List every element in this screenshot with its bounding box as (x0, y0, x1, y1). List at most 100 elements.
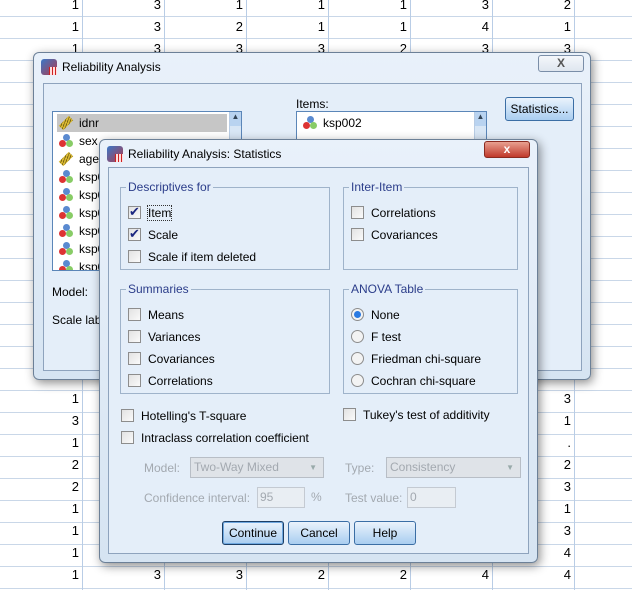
checkbox-scale-if-item-deleted[interactable]: Scale if item deleted (128, 249, 256, 265)
nominal-variable-icon (59, 134, 73, 148)
checkbox[interactable] (128, 250, 141, 263)
anova-table-group: ANOVA Table None F test Friedman chi-square… (343, 282, 518, 394)
intraclass-checkbox[interactable]: Intraclass correlation coefficient (121, 430, 309, 446)
grid-cell[interactable]: 1 (329, 0, 407, 13)
checkbox-label: Covariances (371, 228, 438, 242)
grid-cell[interactable]: 1 (1, 523, 79, 539)
checkbox[interactable] (128, 374, 141, 387)
nominal-variable-icon (59, 188, 73, 202)
grid-cell[interactable]: 3 (165, 567, 243, 583)
scale-label-label: Scale lab (52, 313, 102, 327)
checkbox[interactable] (121, 409, 134, 422)
radio-friedman-chi-square[interactable]: Friedman chi-square (351, 351, 481, 367)
grid-cell[interactable]: 1 (247, 19, 325, 35)
grid-cell[interactable]: 1 (493, 19, 571, 35)
checkbox[interactable] (128, 330, 141, 343)
grid-cell[interactable]: 1 (247, 0, 325, 13)
checkbox[interactable] (351, 228, 364, 241)
grid-cell[interactable]: 3 (83, 567, 161, 583)
checkbox[interactable] (128, 204, 141, 220)
grid-cell[interactable]: 1 (329, 19, 407, 35)
radio-label: F test (371, 330, 402, 344)
grid-cell[interactable]: 4 (493, 567, 571, 583)
group-title: Inter-Item (349, 180, 405, 194)
cancel-button[interactable]: Cancel (288, 521, 350, 545)
checkbox-correlations[interactable]: Correlations (128, 373, 213, 389)
radio-button[interactable] (351, 352, 364, 365)
checkbox-means[interactable]: Means (128, 307, 184, 323)
variable-name: age (79, 152, 100, 166)
checkbox[interactable] (128, 352, 141, 365)
grid-cell[interactable]: 2 (247, 567, 325, 583)
checkbox-label: Item (146, 205, 173, 221)
close-button[interactable]: x (484, 141, 530, 158)
icc-type-dropdown[interactable]: Consistency (386, 457, 521, 478)
icc-model-label: Model: (144, 461, 181, 475)
grid-cell[interactable]: 1 (1, 391, 79, 407)
icc-model-dropdown[interactable]: Two-Way Mixed (190, 457, 324, 478)
grid-cell[interactable]: 1 (165, 0, 243, 13)
radio-button[interactable] (351, 308, 364, 321)
grid-cell[interactable]: 1 (1, 0, 79, 13)
variable-list-item[interactable]: idnr (57, 114, 227, 132)
grid-cell[interactable]: 4 (411, 567, 489, 583)
grid-cell[interactable]: 2 (1, 479, 79, 495)
checkbox-correlations[interactable]: Correlations (351, 205, 436, 221)
grid-cell[interactable]: 2 (329, 567, 407, 583)
radio-button[interactable] (351, 374, 364, 387)
dialog-body: Descriptives for Item Scale Scale if item d… (108, 167, 529, 554)
statistics-dialog: Reliability Analysis: Statistics x Descr… (99, 139, 538, 563)
checkbox-item[interactable]: Item (128, 204, 173, 221)
tukey-checkbox[interactable]: Tukey's test of additivity (343, 407, 490, 423)
help-button[interactable]: Help (354, 521, 416, 545)
checkbox-label: Correlations (148, 374, 213, 388)
grid-cell[interactable]: 2 (493, 0, 571, 13)
descriptives-group: Descriptives for Item Scale Scale if item d… (120, 180, 330, 270)
close-button[interactable]: X (538, 55, 584, 72)
radio-cochran-chi-square[interactable]: Cochran chi-square (351, 373, 476, 389)
grid-cell[interactable]: 1 (1, 435, 79, 451)
checkbox-covariances[interactable]: Covariances (128, 351, 215, 367)
grid-row-line (0, 38, 632, 39)
checkbox[interactable] (128, 308, 141, 321)
checkbox-scale[interactable]: Scale (128, 226, 179, 243)
nominal-variable-icon (59, 242, 73, 256)
grid-cell[interactable]: 1 (1, 567, 79, 583)
checkbox-label: Scale (148, 228, 179, 242)
checkbox-label: Scale if item deleted (148, 250, 257, 264)
grid-cell[interactable]: 3 (83, 0, 161, 13)
test-value-input[interactable]: 0 (407, 487, 456, 508)
grid-cell[interactable]: 3 (83, 19, 161, 35)
checkbox-covariances[interactable]: Covariances (351, 227, 438, 243)
nominal-variable-icon (59, 206, 73, 220)
grid-cell[interactable]: 4 (411, 19, 489, 35)
variable-list-item[interactable]: ksp002 (301, 114, 471, 132)
grid-cell[interactable]: 3 (1, 413, 79, 429)
grid-row-line (0, 16, 632, 17)
hotelling-checkbox[interactable]: Hotelling's T-square (121, 408, 246, 424)
statistics-button[interactable]: Statistics... (505, 97, 574, 121)
items-label: Items: (296, 97, 329, 111)
grid-cell[interactable]: 1 (1, 19, 79, 35)
checkbox[interactable] (121, 431, 134, 444)
grid-cell[interactable]: 1 (1, 501, 79, 517)
radio-f-test[interactable]: F test (351, 329, 401, 345)
radio-button[interactable] (351, 330, 364, 343)
radio-none[interactable]: None (351, 307, 400, 323)
inter-item-group: Inter-Item Correlations Covariances (343, 180, 518, 270)
grid-cell[interactable]: 2 (165, 19, 243, 35)
scale-ruler-icon (58, 115, 74, 131)
checkbox[interactable] (343, 408, 356, 421)
group-title: Descriptives for (126, 180, 213, 194)
checkbox[interactable] (128, 226, 141, 242)
grid-cell[interactable]: 2 (1, 457, 79, 473)
checkbox-variances[interactable]: Variances (128, 329, 200, 345)
continue-button[interactable]: Continue (222, 521, 284, 545)
nominal-variable-icon (59, 260, 73, 270)
checkbox[interactable] (351, 206, 364, 219)
grid-cell[interactable]: 3 (411, 0, 489, 13)
group-title: Summaries (126, 282, 191, 296)
grid-cell[interactable]: 1 (1, 545, 79, 561)
confidence-interval-input[interactable]: 95 (257, 487, 305, 508)
confidence-interval-label: Confidence interval: (144, 491, 251, 505)
